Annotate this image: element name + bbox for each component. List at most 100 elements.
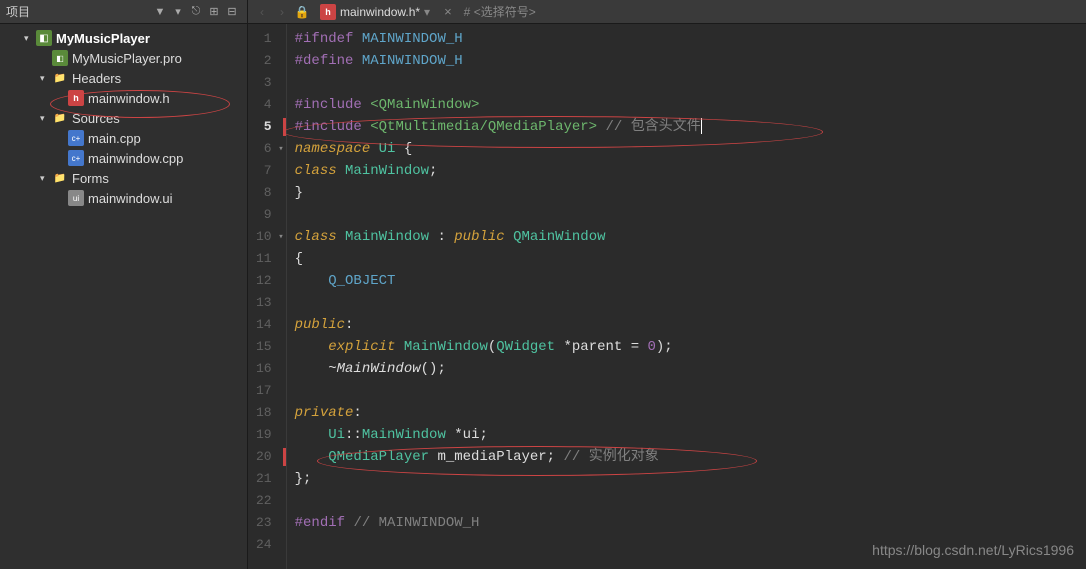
line-number: 18 [248,402,286,424]
tab-filename: mainwindow.h* [340,5,420,19]
editor-tabs: ‹ › 🔒 h mainwindow.h* ▾ × # <选择符号> [248,0,1086,24]
header-file-icon: h [68,90,84,106]
link-icon[interactable]: ⎋ [187,3,205,21]
fold-icon[interactable]: ▾ [278,138,283,160]
line-number: 12 [248,270,286,292]
line-number: 6▾ [248,138,286,160]
pro-file-item[interactable]: ◧ MyMusicPlayer.pro [0,48,247,68]
watermark: https://blog.csdn.net/LyRics1996 [872,539,1074,561]
funnel-icon[interactable]: ▾ [169,3,187,21]
chevron-down-icon[interactable]: ▾ [24,33,36,44]
code-area[interactable]: https://blog.csdn.net/LyRics1996 #ifndef… [287,24,1086,569]
code-line[interactable]: } [295,182,1078,204]
tab-close-button[interactable]: × [444,4,452,19]
chevron-down-icon[interactable]: ▾ [40,113,52,124]
source-file-item[interactable]: c+ main.cpp [0,128,247,148]
code-line[interactable]: class MainWindow : public QMainWindow [295,226,1078,248]
line-number: 9 [248,204,286,226]
folder-icon: 📁 [52,170,68,186]
code-line[interactable]: Q_OBJECT [295,270,1078,292]
modified-marker [283,448,286,466]
line-number: 5 [248,116,286,138]
code-line[interactable]: { [295,248,1078,270]
code-line[interactable]: #define MAINWINDOW_H [295,50,1078,72]
code-line[interactable] [295,204,1078,226]
code-line[interactable]: }; [295,468,1078,490]
sidebar-title: 项目 [6,3,151,20]
tab-dropdown-icon[interactable]: ▾ [424,5,430,19]
cpp-file-icon: c+ [68,130,84,146]
folder-icon: 📁 [52,110,68,126]
split-icon[interactable]: ⊟ [223,3,241,21]
line-number: 15 [248,336,286,358]
filter-icon[interactable]: ▼ [151,3,169,21]
headers-label: Headers [72,71,121,86]
folder-icon: 📁 [52,70,68,86]
header-file-label: mainwindow.h [88,91,170,106]
line-number: 1 [248,28,286,50]
cpp-file-icon: c+ [68,150,84,166]
code-line[interactable]: class MainWindow; [295,160,1078,182]
source-file-label-1: mainwindow.cpp [88,151,183,166]
text-cursor [701,118,702,134]
forms-folder[interactable]: ▾ 📁 Forms [0,168,247,188]
line-number: 7 [248,160,286,182]
line-number: 13 [248,292,286,314]
ui-file-icon: ui [68,190,84,206]
nav-forward-button[interactable]: › [272,2,292,22]
line-number: 14 [248,314,286,336]
code-line[interactable] [295,380,1078,402]
line-number: 23 [248,512,286,534]
editor-area: ‹ › 🔒 h mainwindow.h* ▾ × # <选择符号> 12345… [248,0,1086,569]
line-number: 8 [248,182,286,204]
header-file-item[interactable]: h mainwindow.h [0,88,247,108]
line-number: 10▾ [248,226,286,248]
code-line[interactable] [295,292,1078,314]
sources-folder[interactable]: ▾ 📁 Sources [0,108,247,128]
project-tree: ▾ ◧ MyMusicPlayer ◧ MyMusicPlayer.pro ▾ … [0,24,247,212]
chevron-down-icon[interactable]: ▾ [40,173,52,184]
editor-body: 123456▾78910▾111213141516171819202122232… [248,24,1086,569]
code-line[interactable]: Ui::MainWindow *ui; [295,424,1078,446]
project-name: MyMusicPlayer [56,31,150,46]
symbol-selector[interactable]: # <选择符号> [464,3,536,20]
code-line[interactable]: #include <QtMultimedia/QMediaPlayer> // … [295,116,1078,138]
line-number: 22 [248,490,286,512]
code-line[interactable]: namespace Ui { [295,138,1078,160]
code-line[interactable]: #endif // MAINWINDOW_H [295,512,1078,534]
line-number: 11 [248,248,286,270]
sources-label: Sources [72,111,120,126]
active-tab[interactable]: h mainwindow.h* ▾ [312,4,438,20]
pro-file-label: MyMusicPlayer.pro [72,51,182,66]
project-root[interactable]: ▾ ◧ MyMusicPlayer [0,28,247,48]
line-number: 19 [248,424,286,446]
source-file-item[interactable]: c+ mainwindow.cpp [0,148,247,168]
form-file-item[interactable]: ui mainwindow.ui [0,188,247,208]
line-number: 2 [248,50,286,72]
headers-folder[interactable]: ▾ 📁 Headers [0,68,247,88]
code-line[interactable] [295,490,1078,512]
add-icon[interactable]: ⊞ [205,3,223,21]
lock-icon[interactable]: 🔒 [292,2,312,22]
form-file-label: mainwindow.ui [88,191,173,206]
fold-icon[interactable]: ▾ [278,226,283,248]
chevron-down-icon[interactable]: ▾ [40,73,52,84]
sidebar-header: 项目 ▼ ▾ ⎋ ⊞ ⊟ [0,0,247,24]
code-line[interactable]: #include <QMainWindow> [295,94,1078,116]
source-file-label-0: main.cpp [88,131,141,146]
code-line[interactable]: ~MainWindow(); [295,358,1078,380]
nav-back-button[interactable]: ‹ [252,2,272,22]
line-number: 16 [248,358,286,380]
header-file-icon: h [320,4,336,20]
code-line[interactable]: QMediaPlayer m_mediaPlayer; // 实例化对象 [295,446,1078,468]
code-line[interactable]: public: [295,314,1078,336]
line-number: 24 [248,534,286,556]
project-icon: ◧ [36,30,52,46]
code-line[interactable] [295,72,1078,94]
code-line[interactable]: private: [295,402,1078,424]
code-line[interactable]: explicit MainWindow(QWidget *parent = 0)… [295,336,1078,358]
line-gutter: 123456▾78910▾111213141516171819202122232… [248,24,287,569]
modified-marker [283,118,286,136]
line-number: 3 [248,72,286,94]
code-line[interactable]: #ifndef MAINWINDOW_H [295,28,1078,50]
